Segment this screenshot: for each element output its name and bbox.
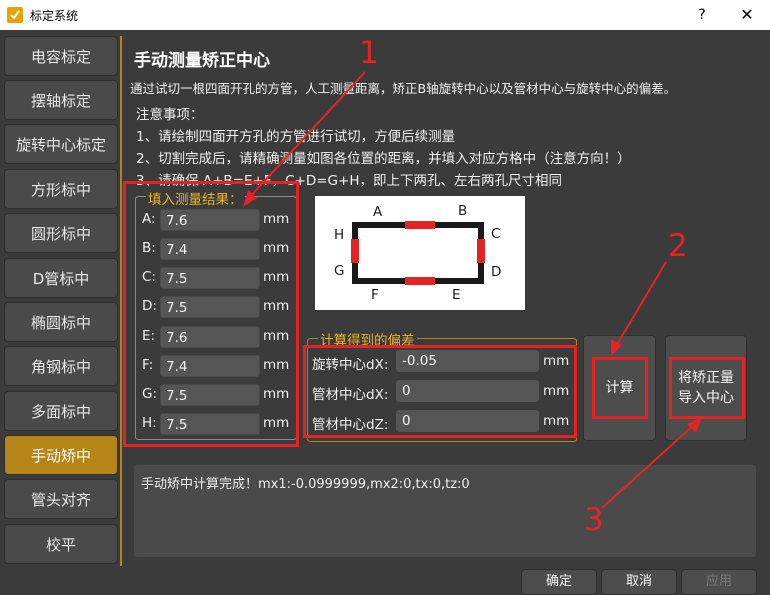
annotation-box-deviation bbox=[303, 345, 577, 438]
sidebar-item-tube-head-align[interactable]: 管头对齐 bbox=[4, 479, 118, 519]
window-title: 标定系统 bbox=[30, 9, 79, 23]
sidebar-item-ellipse[interactable]: 椭圆标中 bbox=[4, 302, 118, 342]
tube-diagram: A B C D E F G H bbox=[315, 196, 525, 310]
log-text: 手动矫中计算完成！mx1:-0.0999999,mx2:0,tx:0,tz:0 bbox=[141, 477, 470, 492]
cancel-button[interactable]: 取消 bbox=[601, 569, 677, 595]
diagram-label-h: H bbox=[334, 227, 344, 243]
annotation-box-calc bbox=[592, 357, 648, 419]
diagram-label-e: E bbox=[452, 287, 461, 303]
page-description: 通过试切一根四面开孔的方管，人工测量距离，矫正B轴旋转中心以及管材中心与旋转中心… bbox=[130, 81, 677, 96]
diagram-label-c: C bbox=[491, 226, 500, 242]
tube-outline bbox=[352, 222, 484, 284]
hole-bottom bbox=[405, 277, 435, 285]
diagram-label-f: F bbox=[371, 287, 379, 303]
sidebar-item-leveling[interactable]: 校平 bbox=[4, 524, 118, 564]
annotation-box-measure bbox=[123, 181, 299, 447]
sidebar-item-d-tube[interactable]: D管标中 bbox=[4, 258, 118, 298]
help-icon[interactable]: ? bbox=[692, 4, 712, 26]
diagram-label-a: A bbox=[373, 204, 383, 220]
diagram-label-b: B bbox=[458, 203, 467, 219]
annotation-number-1: 1 bbox=[359, 35, 379, 71]
sidebar-item-manual-center[interactable]: 手动矫中 bbox=[4, 435, 118, 475]
close-icon[interactable]: ✕ bbox=[735, 4, 759, 26]
app-icon bbox=[7, 7, 23, 23]
hole-top bbox=[405, 221, 435, 229]
log-output[interactable]: 手动矫中计算完成！mx1:-0.0999999,mx2:0,tx:0,tz:0 bbox=[134, 465, 756, 557]
apply-button[interactable]: 应用 bbox=[681, 569, 757, 595]
title-bar: 标定系统 ? ✕ bbox=[0, 0, 770, 30]
annotation-number-3: 3 bbox=[584, 502, 604, 538]
sidebar-item-square[interactable]: 方形标中 bbox=[4, 169, 118, 209]
annotation-box-import bbox=[669, 357, 745, 419]
hole-left bbox=[351, 239, 359, 263]
annotation-number-2: 2 bbox=[668, 228, 688, 264]
notes-title: 注意事项： bbox=[136, 107, 204, 123]
tube-diagram-svg: A B C D E F G H bbox=[334, 203, 501, 303]
diagram-label-d: D bbox=[491, 264, 501, 280]
sidebar-item-angle-steel[interactable]: 角钢标中 bbox=[4, 346, 118, 386]
sidebar-separator bbox=[120, 36, 122, 566]
sidebar-item-polygon[interactable]: 多面标中 bbox=[4, 391, 118, 431]
page-title: 手动测量矫正中心 bbox=[134, 51, 270, 71]
sidebar-item-rotation-center[interactable]: 旋转中心标定 bbox=[4, 124, 118, 164]
diagram-label-g: G bbox=[334, 263, 344, 279]
note-1: 1、请绘制四面开方孔的方管进行试切，方便后续测量 bbox=[136, 129, 456, 145]
sidebar-item-round[interactable]: 圆形标中 bbox=[4, 213, 118, 253]
sidebar-item-capacitance[interactable]: 电容标定 bbox=[4, 36, 118, 76]
note-2: 2、切割完成后，请精确测量如图各位置的距离，并填入对应方格中（注意方向！） bbox=[136, 151, 631, 167]
ok-button[interactable]: 确定 bbox=[521, 569, 597, 595]
hole-right bbox=[477, 239, 485, 263]
sidebar-item-swing-axis[interactable]: 摆轴标定 bbox=[4, 80, 118, 120]
